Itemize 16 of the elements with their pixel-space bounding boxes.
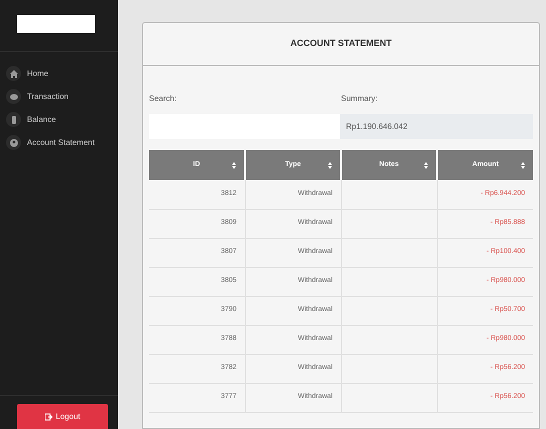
sidebar-item[interactable]: Account Statement <box>6 135 118 150</box>
home-icon <box>8 68 18 78</box>
sidebar-item[interactable]: Balance <box>6 112 118 127</box>
search-label: Search: <box>149 94 177 103</box>
sidebar-item[interactable]: Transaction <box>6 89 118 104</box>
user-icon <box>8 138 18 148</box>
card-title: ACCOUNT STATEMENT <box>290 37 392 50</box>
sidebar-item[interactable]: Home <box>6 66 118 81</box>
sort-icon <box>521 162 525 169</box>
summary-label: Summary: <box>341 94 378 103</box>
logout-button[interactable]: Logout <box>17 404 108 429</box>
sort-icon <box>328 162 332 169</box>
summary-field: Rp1.190.646.042 <box>340 114 533 139</box>
sort-icon <box>232 162 236 169</box>
logout-icon <box>44 412 53 420</box>
sort-icon <box>424 162 428 169</box>
